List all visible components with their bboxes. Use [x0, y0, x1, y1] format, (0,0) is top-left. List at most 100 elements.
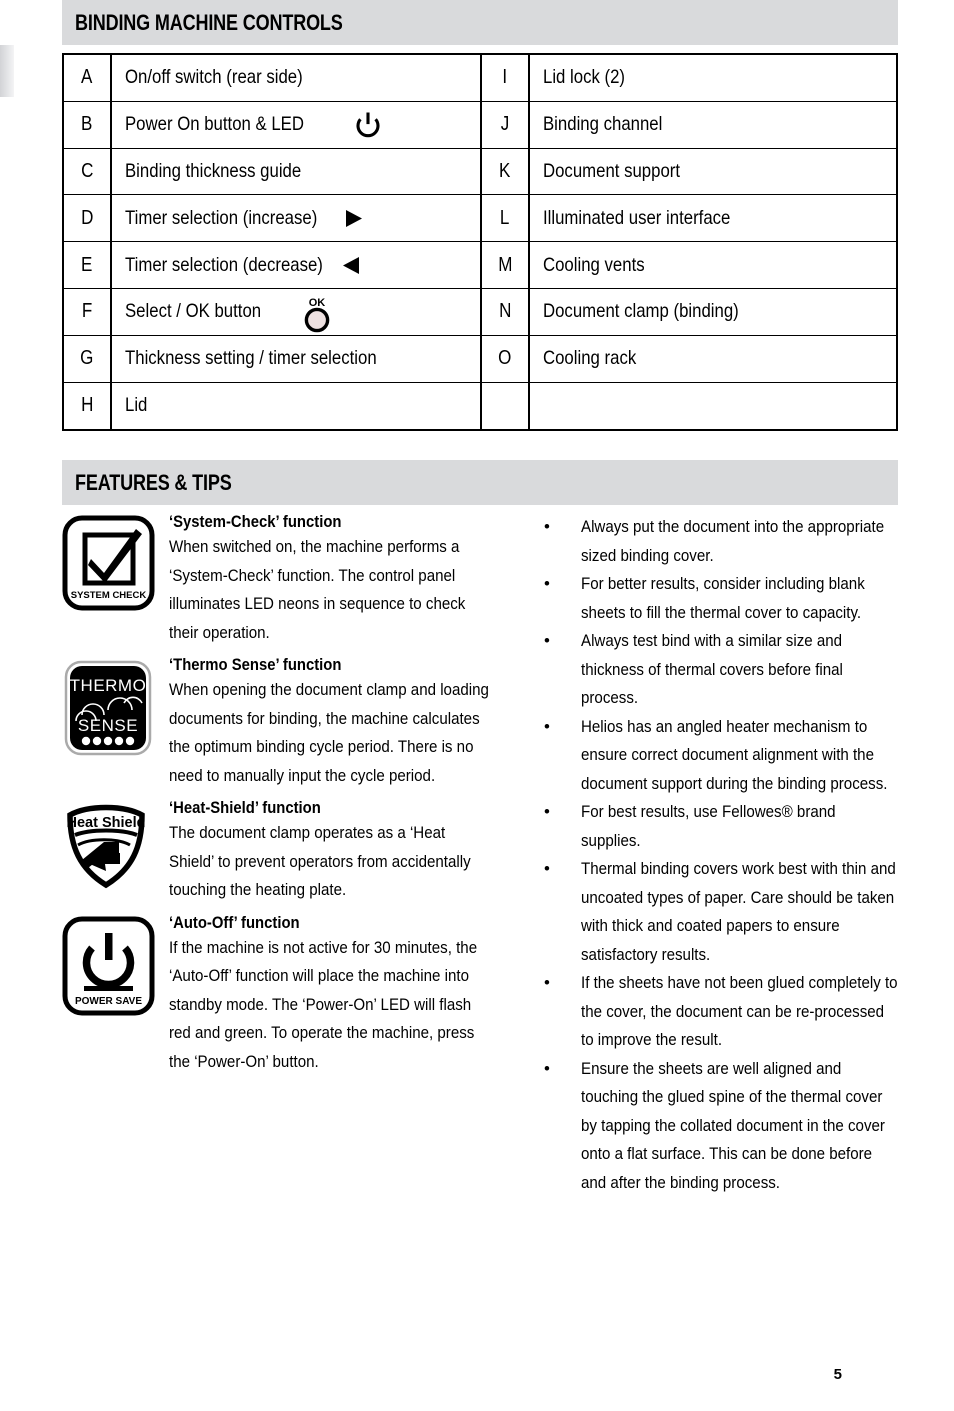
table-row: M Cooling vents	[482, 242, 896, 289]
list-item: • Helios has an angled heater mechanism t…	[534, 713, 898, 799]
section-header-features: FEATURES & TIPS	[62, 460, 898, 506]
tip-text: For better results, consider including b…	[581, 574, 865, 622]
row-label: Timer selection (increase)	[125, 206, 318, 229]
power-icon	[355, 111, 381, 138]
row-key: E	[81, 253, 93, 276]
feature-body: The document clamp operates as a ‘Heat S…	[169, 823, 471, 900]
section-header-controls: BINDING MACHINE CONTROLS	[62, 0, 898, 45]
power-save-icon: POWER SAVE	[62, 914, 162, 1077]
table-row: H Lid	[64, 382, 480, 430]
controls-table-right-column: I Lid lock (2) J Binding channel K Docum…	[480, 55, 896, 430]
row-key: B	[81, 113, 93, 136]
table-row: B Power On button & LED	[64, 101, 480, 149]
features-section-title: FEATURES & TIPS	[75, 469, 232, 495]
svg-text:THERMO: THERMO	[70, 676, 147, 695]
bullet-glyph: •	[544, 859, 550, 879]
row-value-cell: Thickness setting / timer selection	[112, 336, 480, 382]
row-label: Select / OK button	[125, 300, 262, 323]
row-key-cell	[482, 382, 530, 430]
table-row: N Document clamp (binding)	[482, 288, 896, 336]
row-value-cell: Timer selection (increase)	[112, 195, 480, 241]
row-key-cell: L	[482, 195, 530, 242]
table-row: J Binding channel	[482, 101, 896, 149]
row-value-cell: On/off switch (rear side)	[112, 55, 480, 101]
feature-text: ‘Auto-Off’ function If the machine is no…	[162, 914, 492, 1077]
row-key: M	[497, 253, 513, 276]
bullet-glyph: •	[544, 802, 550, 822]
list-item: • For best results, use Fellowes® brand s…	[534, 798, 898, 855]
heat-shield-icon: Heat Shield	[62, 799, 162, 905]
controls-table: A On/off switch (rear side) B Power On b…	[62, 53, 898, 432]
svg-text:POWER SAVE: POWER SAVE	[75, 996, 142, 1007]
feature-thermo-sense: THERMO SENSE ‘Thermo Sense’ function Whe…	[62, 656, 492, 790]
triangle-left-icon	[341, 255, 362, 276]
table-row: G Thickness setting / timer selection	[64, 335, 480, 383]
feature-body: When opening the document clamp and load…	[169, 680, 489, 785]
tips-list-container: • Always put the document into the approp…	[492, 513, 898, 1197]
feature-body: When switched on, the machine performs a…	[169, 537, 466, 642]
controls-table-left-column: A On/off switch (rear side) B Power On b…	[64, 55, 480, 430]
feature-auto-off: POWER SAVE ‘Auto-Off’ function If the ma…	[62, 914, 492, 1077]
thermo-sense-icon: THERMO SENSE	[62, 656, 162, 790]
bullet-glyph: •	[544, 716, 550, 736]
row-key-cell: J	[482, 101, 530, 148]
row-key-cell: N	[482, 288, 530, 335]
bullet-glyph: •	[544, 1058, 550, 1078]
tip-text: If the sheets have not been glued comple…	[581, 973, 898, 1050]
row-label: Document support	[543, 159, 681, 182]
row-label: Cooling rack	[543, 347, 637, 370]
page-number: 5	[833, 1366, 842, 1383]
row-value-cell: Illuminated user interface	[530, 195, 896, 241]
triangle-right-icon	[343, 208, 364, 229]
list-item: • If the sheets have not been glued compl…	[534, 969, 898, 1055]
svg-text:SENSE: SENSE	[78, 716, 138, 735]
row-value-cell: Cooling rack	[530, 336, 896, 382]
row-key-cell: A	[64, 55, 112, 101]
tip-text: For best results, use Fellowes® brand su…	[581, 802, 836, 850]
row-value-cell: Cooling vents	[530, 242, 896, 288]
row-key: D	[80, 206, 94, 229]
bullet-glyph: •	[544, 574, 550, 594]
feature-system-check: SYSTEM CHECK ‘System-Check’ function Whe…	[62, 513, 492, 647]
table-row: O Cooling rack	[482, 335, 896, 383]
bullet-glyph: •	[544, 973, 550, 993]
row-value-cell: Power On button & LED	[112, 102, 480, 148]
row-label: Document clamp (binding)	[543, 300, 739, 323]
feature-title: ‘System-Check’ function	[169, 513, 342, 532]
svg-text:OK: OK	[309, 297, 326, 309]
ok-button-icon: OK	[299, 294, 335, 334]
features-list: SYSTEM CHECK ‘System-Check’ function Whe…	[62, 513, 492, 1197]
table-row: C Binding thickness guide	[64, 148, 480, 196]
tip-text: Ensure the sheets are well aligned and t…	[581, 1058, 885, 1192]
list-item: • Ensure the sheets are well aligned and …	[534, 1055, 898, 1198]
row-label: Cooling vents	[543, 253, 645, 276]
row-label: Lid lock (2)	[543, 66, 626, 89]
row-key-cell: E	[64, 242, 112, 288]
row-key-cell: C	[64, 148, 112, 195]
feature-title: ‘Thermo Sense’ function	[169, 656, 342, 675]
row-key-cell: G	[64, 335, 112, 382]
feature-title: ‘Auto-Off’ function	[169, 913, 300, 932]
row-value-cell: Lid lock (2)	[530, 55, 896, 101]
row-label: Binding channel	[543, 113, 663, 136]
row-key-cell: F	[64, 288, 112, 335]
table-row: I Lid lock (2)	[482, 55, 896, 102]
feature-text: ‘Heat-Shield’ function The document clam…	[162, 799, 492, 905]
row-key: F	[81, 300, 93, 323]
row-key: I	[502, 66, 508, 89]
row-label: Lid	[125, 394, 148, 417]
table-row: E Timer selection (decrease)	[64, 242, 480, 289]
row-key-cell: H	[64, 382, 112, 430]
row-label: Timer selection (decrease)	[125, 253, 323, 276]
page-edge-tab	[0, 45, 14, 97]
tip-text: Always test bind with a similar size and…	[581, 631, 843, 708]
row-key: A	[81, 66, 93, 89]
row-value-cell: Lid	[112, 383, 480, 430]
tip-text: Always put the document into the appropr…	[581, 517, 885, 565]
table-row: L Illuminated user interface	[482, 195, 896, 243]
row-value-cell	[530, 383, 896, 430]
tips-list: • Always put the document into the approp…	[534, 513, 898, 1197]
row-key: L	[500, 206, 510, 229]
row-value-cell: Document clamp (binding)	[530, 289, 896, 335]
row-key: G	[80, 347, 94, 370]
